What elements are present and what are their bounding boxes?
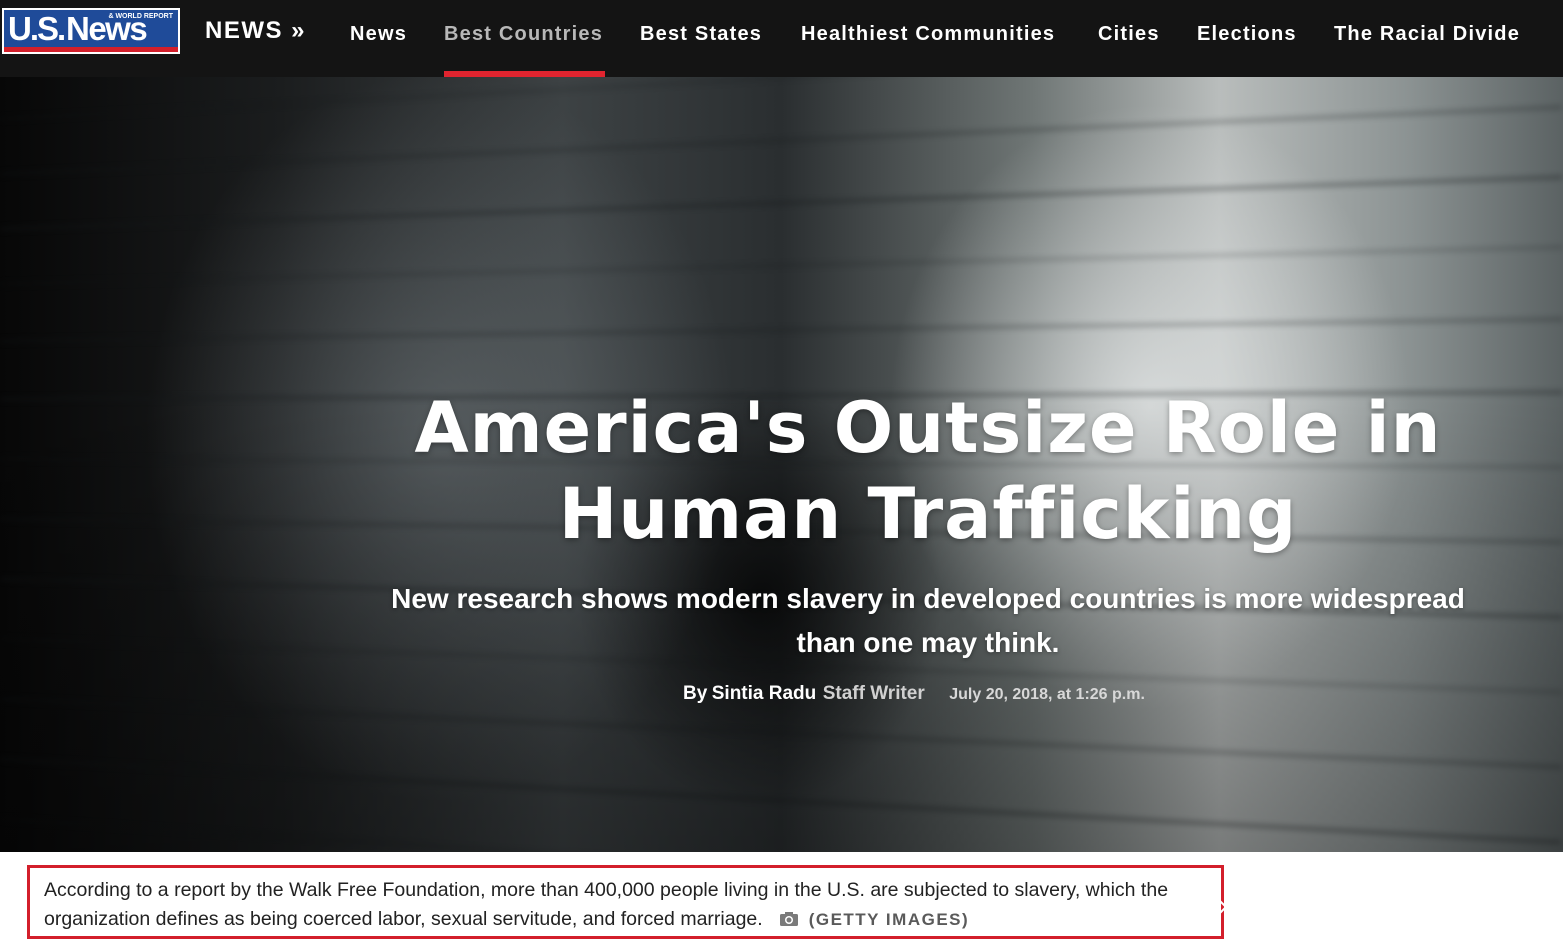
caption-text-block: According to a report by the Walk Free F… [44, 876, 1214, 934]
publish-date: July 20, 2018, at 1:26 p.m. [949, 686, 1145, 703]
byline: By Sintia Radu Staff Writer July 20, 201… [683, 681, 1145, 707]
camera-icon [779, 907, 799, 926]
nav-item-news[interactable]: News [350, 17, 407, 51]
top-navigation-bar: U.S. News & WORLD REPORT NEWS » News Bes… [0, 0, 1563, 77]
nav-item-best-countries[interactable]: Best Countries [444, 17, 603, 51]
logo-tagline: & WORLD REPORT [108, 13, 173, 21]
article-title: America's Outsize Role in Human Traffick… [330, 385, 1526, 557]
article-title-line-2: Human Trafficking [558, 473, 1298, 555]
logo-us-text: U.S. [8, 10, 66, 47]
photo-caption: According to a report by the Walk Free F… [27, 865, 1224, 939]
hero-image: America's Outsize Role in Human Traffick… [0, 77, 1563, 852]
nav-item-the-racial-divide[interactable]: The Racial Divide [1334, 17, 1520, 51]
byline-prefix: By [683, 683, 708, 704]
caption-text: According to a report by the Walk Free F… [44, 879, 1169, 930]
article-title-line-1: America's Outsize Role in [414, 387, 1442, 469]
author-link[interactable]: Sintia Radu [712, 683, 817, 704]
article-subtitle: New research shows modern slavery in dev… [391, 583, 1465, 658]
nav-item-healthiest-communities[interactable]: Healthiest Communities [801, 17, 1055, 51]
news-home-link[interactable]: NEWS » [205, 15, 306, 47]
chevron-right-icon[interactable] [1216, 897, 1228, 917]
photo-credit: (GETTY IMAGES) [808, 910, 970, 929]
usnews-logo[interactable]: U.S. News & WORLD REPORT [2, 8, 180, 54]
nav-item-cities[interactable]: Cities [1098, 17, 1160, 51]
nav-item-best-states[interactable]: Best States [640, 17, 762, 51]
author-role: Staff Writer [822, 683, 925, 704]
nav-item-elections[interactable]: Elections [1197, 17, 1297, 51]
logo-badge: U.S. News & WORLD REPORT [4, 10, 178, 52]
